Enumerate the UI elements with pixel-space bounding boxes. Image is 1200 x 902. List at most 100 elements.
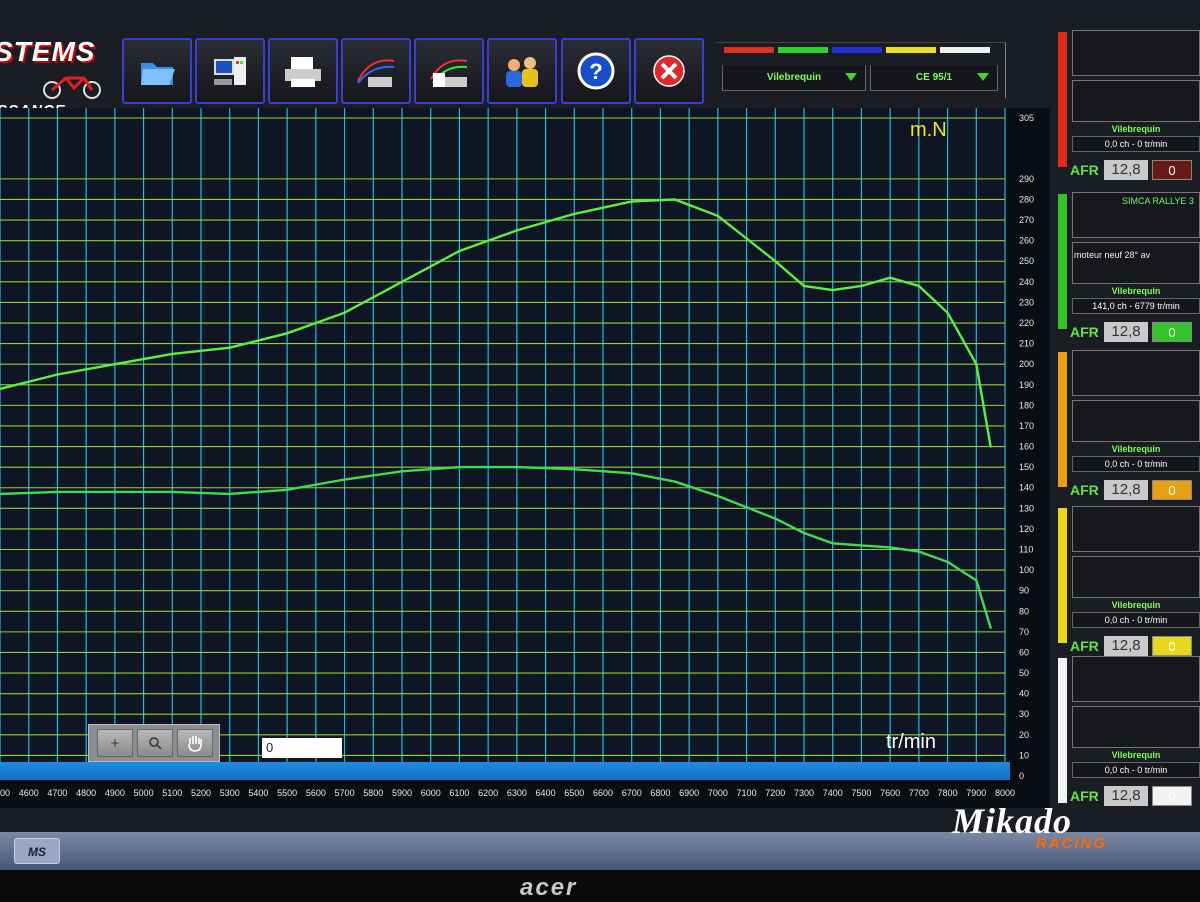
y-tick-label: 140 <box>1019 483 1034 493</box>
curve-panel-1: Vilebrequin 0,0 ch - 0 tr/min AFR 12,8 0 <box>1052 30 1200 180</box>
data-point <box>113 362 117 366</box>
y-tick-label: 110 <box>1019 545 1033 555</box>
panel-measure-name: Vilebrequin <box>1111 286 1161 296</box>
x-tick-label: 6900 <box>679 788 699 798</box>
data-point <box>946 560 949 564</box>
x-tick-label: 6400 <box>536 788 556 798</box>
monitor-bezel <box>0 870 1200 900</box>
panel-info-box-2[interactable] <box>1072 400 1200 442</box>
x-tick-label: 4800 <box>76 788 96 798</box>
users-icon <box>506 57 538 87</box>
x-tick-label: 4700 <box>47 788 67 798</box>
data-point <box>975 579 978 582</box>
zoom-in-button[interactable]: + <box>97 729 133 757</box>
y-tick-label: 90 <box>1019 586 1029 596</box>
help-icon: ? <box>577 52 615 90</box>
x-tick-label: 6700 <box>622 788 642 798</box>
x-tick-label: 7600 <box>880 788 900 798</box>
x-tick-label: 7500 <box>851 788 871 798</box>
x-tick-label: 6500 <box>564 788 584 798</box>
zoom-value-input[interactable]: 0 <box>262 738 342 758</box>
panel-power-value: 141,0 ch - 6779 tr/min <box>1072 298 1200 314</box>
curve-color-stripe <box>1058 508 1067 643</box>
legend-color-blue <box>832 47 882 53</box>
y-tick-label: 150 <box>1019 462 1034 472</box>
data-point <box>171 352 174 356</box>
x-tick-label: 7400 <box>823 788 843 798</box>
measure-select[interactable]: Vilebrequin <box>722 65 866 91</box>
print-button[interactable] <box>268 38 338 104</box>
panel-info-box[interactable] <box>1072 656 1200 702</box>
data-point <box>458 465 461 469</box>
watermark-subtitle: RACING <box>1036 835 1108 852</box>
panel-power-value: 0,0 ch - 0 tr/min <box>1072 612 1200 628</box>
y-tick-label: 80 <box>1019 606 1029 616</box>
y-tick-label: 120 <box>1019 524 1034 534</box>
plus-icon: + <box>110 734 120 752</box>
afr-label: AFR <box>1070 162 1099 178</box>
users-button[interactable] <box>487 38 557 104</box>
curve-panel-2: Vilebrequin 141,0 ch - 6779 tr/min AFR 12,8… <box>1052 192 1200 342</box>
panel-info-box[interactable] <box>1072 506 1200 552</box>
data-point <box>716 214 720 218</box>
panel-info-box[interactable] <box>1072 350 1200 396</box>
close-icon <box>653 55 685 87</box>
data-point <box>573 212 576 216</box>
print-curves-button[interactable] <box>341 38 411 104</box>
data-point <box>774 260 777 263</box>
norm-select[interactable]: CE 95/1 <box>870 65 998 91</box>
legend-color-green <box>778 47 828 53</box>
dyno-chart[interactable]: 4500460047004800490050005100520053005400… <box>0 108 1050 808</box>
chart-scrollbar[interactable] <box>0 762 1010 780</box>
x-tick-label: 6100 <box>449 788 469 798</box>
panel-measure-name: Vilebrequin <box>1111 600 1161 610</box>
afr-label: AFR <box>1070 324 1099 340</box>
dyno-application-window: STEMS ISSANCE ? Vilebrequin CE 95/1 4500… <box>0 0 1200 870</box>
print-report-button[interactable] <box>414 38 484 104</box>
close-button[interactable] <box>634 38 704 104</box>
pan-hand-button[interactable] <box>177 729 213 757</box>
data-point <box>228 346 231 349</box>
x-tick-label: 4600 <box>19 788 39 798</box>
curve-panel-3: Vilebrequin 0,0 ch - 0 tr/min AFR 12,8 0 <box>1052 350 1200 500</box>
curve-color-stripe <box>1058 658 1067 803</box>
svg-text:?: ? <box>589 59 602 84</box>
data-point <box>343 478 346 481</box>
panel-info-box-2[interactable] <box>1072 242 1200 284</box>
panel-info-box-2[interactable] <box>1072 706 1200 748</box>
zoom-toolbar: + <box>88 724 220 762</box>
afr-value: 12,8 <box>1104 636 1148 656</box>
taskbar-app-button[interactable]: MS <box>14 838 60 864</box>
y-tick-label: 70 <box>1019 627 1029 637</box>
y-tick-label: 250 <box>1019 256 1034 266</box>
data-point <box>573 468 576 471</box>
panel-info-box[interactable] <box>1072 30 1200 76</box>
data-point <box>831 288 834 292</box>
help-button[interactable]: ? <box>561 38 631 104</box>
data-point <box>989 445 992 448</box>
open-folder-button[interactable] <box>122 38 192 104</box>
panel-info-box-2[interactable] <box>1072 80 1200 122</box>
norm-select-value: CE 95/1 <box>915 72 953 83</box>
afr-label: AFR <box>1070 638 1099 654</box>
afr-secondary-value: 0 <box>1152 322 1192 342</box>
data-point <box>56 490 59 494</box>
data-point <box>171 490 174 494</box>
curve-panel-5: Vilebrequin 0,0 ch - 0 tr/min AFR 12,8 0 <box>1052 656 1200 806</box>
computer-button[interactable] <box>195 38 265 104</box>
zoom-out-button[interactable] <box>137 729 173 757</box>
curve-color-stripe <box>1058 32 1067 167</box>
x-tick-label: 5200 <box>191 788 211 798</box>
x-tick-label: 5300 <box>220 788 240 798</box>
curve-color-stripe <box>1058 194 1067 329</box>
panel-measure-name: Vilebrequin <box>1111 444 1161 454</box>
afr-secondary-value: 0 <box>1152 160 1192 180</box>
data-point <box>515 465 519 469</box>
afr-label: AFR <box>1070 482 1099 498</box>
data-point <box>917 550 921 553</box>
y-tick-label: 20 <box>1019 730 1029 740</box>
folder-icon <box>141 63 175 85</box>
x-tick-label: 4900 <box>105 788 125 798</box>
panel-info-box-2[interactable] <box>1072 556 1200 598</box>
data-point <box>400 280 404 284</box>
